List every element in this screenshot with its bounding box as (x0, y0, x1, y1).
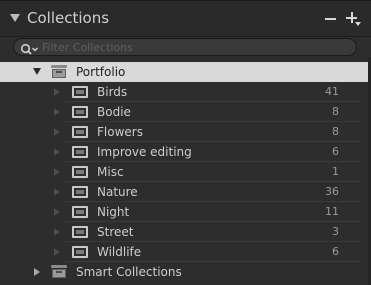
collection-item-night[interactable]: Night 11 (0, 202, 371, 222)
disclosure-triangle-icon (54, 148, 60, 156)
disclosure-triangle-icon (54, 208, 60, 216)
photo-count: 8 (332, 125, 339, 138)
disclosure-triangle-icon (54, 188, 60, 196)
disclosure-triangle-icon (54, 128, 60, 136)
collection-set-portfolio[interactable]: Portfolio (0, 62, 371, 82)
collection-label: Misc (97, 165, 124, 179)
collection-item-street[interactable]: Street 3 (0, 222, 371, 242)
collapse-triangle-icon[interactable] (10, 14, 20, 22)
collection-icon (72, 166, 88, 178)
panel-header[interactable]: Collections (0, 1, 371, 37)
collection-set-label: Portfolio (76, 65, 126, 79)
collection-icon (72, 246, 88, 258)
photo-count: 3 (332, 225, 339, 238)
collection-label: Street (97, 225, 134, 239)
collection-icon (72, 206, 88, 218)
collection-icon (72, 126, 88, 138)
photo-count: 6 (332, 245, 339, 258)
photo-count: 36 (325, 185, 339, 198)
collection-icon (72, 86, 88, 98)
collections-panel: Collections Portfolio Birds 41 (0, 0, 371, 285)
collection-label: Wildlife (97, 245, 142, 259)
collection-label: Flowers (97, 125, 143, 139)
expand-triangle-icon[interactable] (33, 68, 41, 75)
disclosure-triangle-icon (54, 168, 60, 176)
search-dropdown-icon[interactable] (20, 41, 40, 55)
photo-count: 6 (332, 145, 339, 158)
collection-label: Nature (97, 185, 138, 199)
collection-item-bodie[interactable]: Bodie 8 (0, 102, 371, 122)
collection-icon (72, 186, 88, 198)
plus-dropdown-icon[interactable] (344, 10, 361, 26)
minus-icon[interactable] (325, 18, 336, 20)
photo-count: 1 (332, 165, 339, 178)
collection-item-nature[interactable]: Nature 36 (0, 182, 371, 202)
disclosure-triangle-icon (54, 228, 60, 236)
collection-item-improve-editing[interactable]: Improve editing 6 (0, 142, 371, 162)
collection-item-misc[interactable]: Misc 1 (0, 162, 371, 182)
collection-icon (72, 146, 88, 158)
collection-set-smart-collections[interactable]: Smart Collections (0, 262, 371, 282)
collection-set-label: Smart Collections (76, 265, 182, 279)
disclosure-triangle-icon (54, 248, 60, 256)
photo-count: 8 (332, 105, 339, 118)
collection-icon (72, 106, 88, 118)
collection-label: Bodie (97, 105, 131, 119)
expand-triangle-icon[interactable] (34, 268, 40, 276)
collection-label: Birds (97, 85, 128, 99)
collection-set-icon (51, 65, 67, 79)
collection-icon (72, 226, 88, 238)
collection-label: Improve editing (97, 145, 192, 159)
filter-input[interactable] (42, 39, 342, 55)
photo-count: 11 (325, 205, 339, 218)
collection-item-wildlife[interactable]: Wildlife 6 (0, 242, 371, 262)
disclosure-triangle-icon (54, 88, 60, 96)
collection-item-flowers[interactable]: Flowers 8 (0, 122, 371, 142)
collection-label: Night (97, 205, 130, 219)
panel-title: Collections (27, 9, 110, 27)
collection-item-birds[interactable]: Birds 41 (0, 82, 371, 102)
photo-count: 41 (325, 85, 339, 98)
filter-collections-field[interactable] (13, 38, 357, 56)
disclosure-triangle-icon (54, 108, 60, 116)
collection-set-icon (51, 265, 67, 279)
